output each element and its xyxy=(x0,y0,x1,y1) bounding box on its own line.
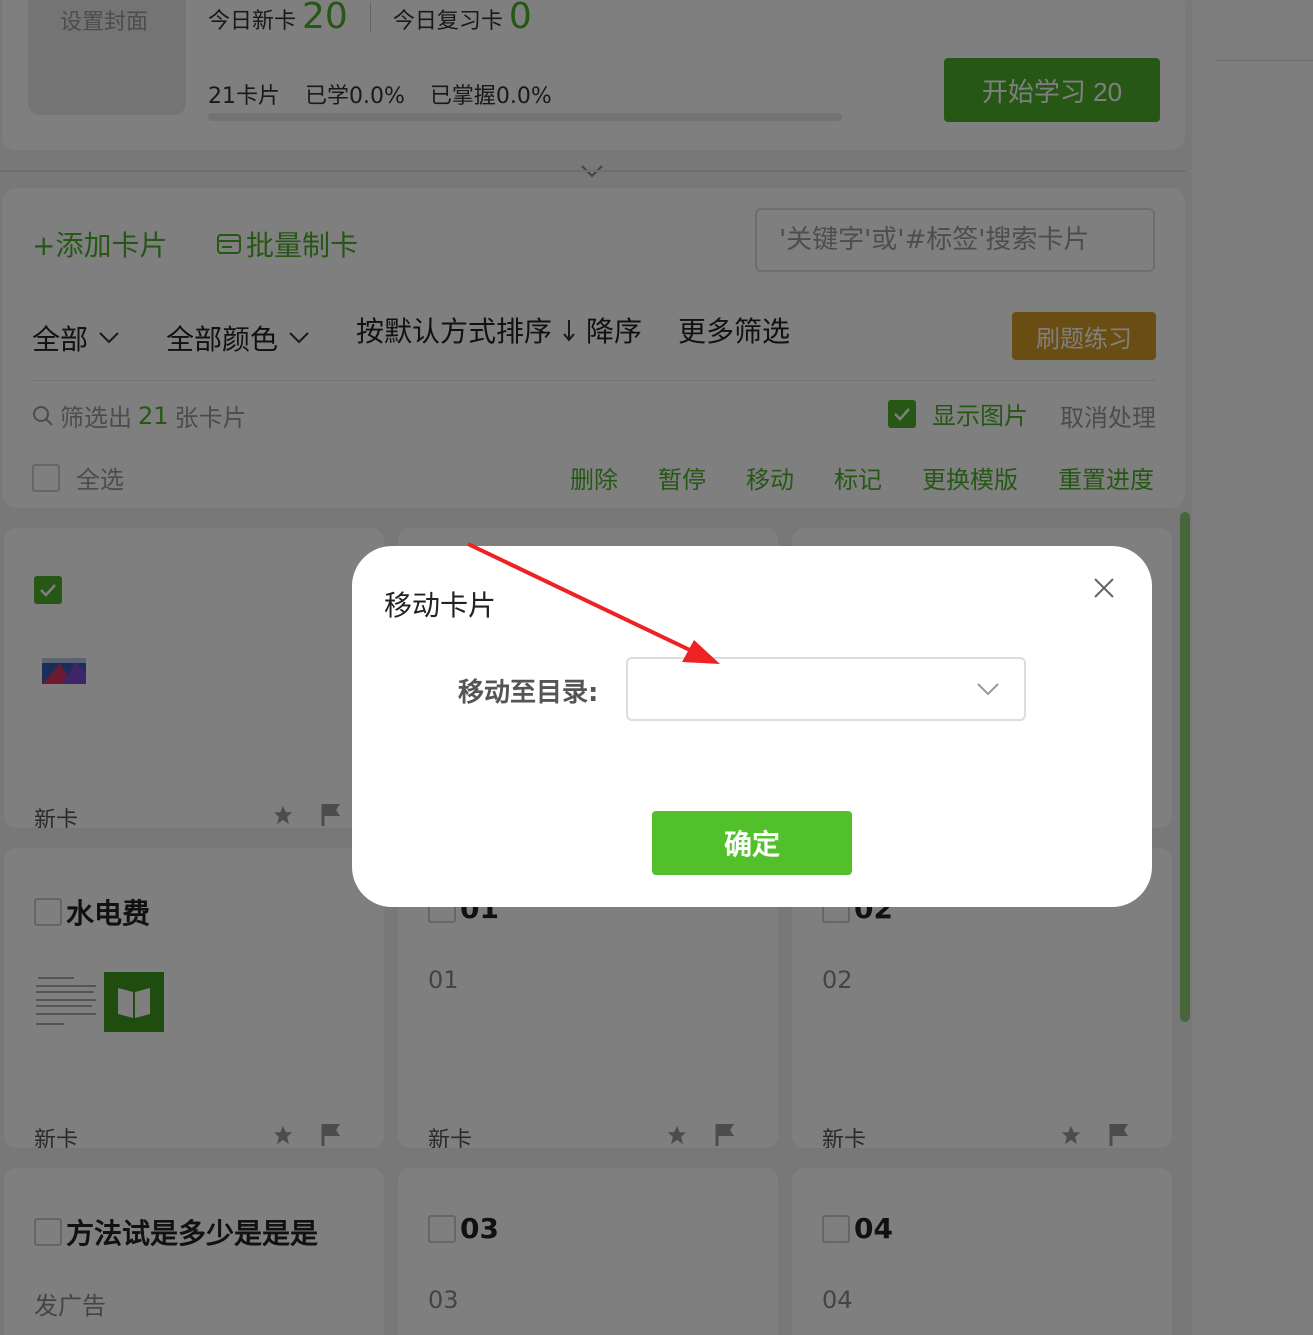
move-card-dialog: 移动卡片 移动至目录: 确定 xyxy=(352,546,1152,907)
confirm-button[interactable]: 确定 xyxy=(652,811,852,875)
directory-select[interactable] xyxy=(626,657,1026,721)
close-icon[interactable] xyxy=(1092,576,1116,600)
target-directory-label: 移动至目录: xyxy=(458,678,599,708)
chevron-down-icon xyxy=(977,683,999,696)
dialog-title: 移动卡片 xyxy=(384,589,497,622)
